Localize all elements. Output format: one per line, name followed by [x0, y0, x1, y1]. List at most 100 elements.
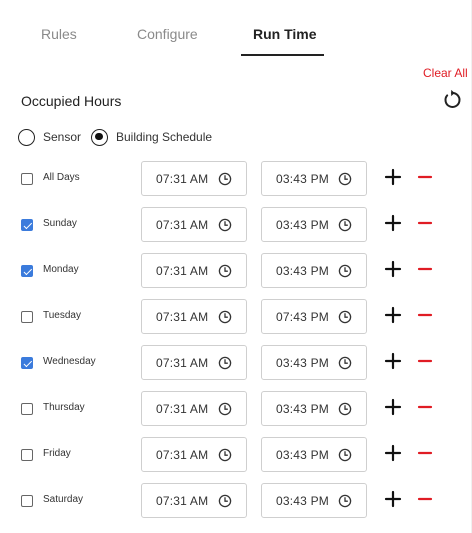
- plus-icon[interactable]: [384, 444, 402, 462]
- start-time-value: 07:31 AM: [156, 310, 209, 324]
- section-title-occupied-hours: Occupied Hours: [21, 93, 122, 109]
- day-row-saturday: Saturday 07:31 AM 03:43 PM: [0, 483, 472, 519]
- plus-icon[interactable]: [384, 490, 402, 508]
- day-label: Monday: [43, 264, 79, 275]
- day-checkbox-tuesday[interactable]: [21, 311, 33, 323]
- minus-icon[interactable]: [417, 490, 433, 508]
- clear-all-link[interactable]: Clear All: [423, 66, 468, 80]
- end-time-field[interactable]: 03:43 PM: [261, 391, 367, 426]
- minus-icon[interactable]: [417, 168, 433, 186]
- start-time-field[interactable]: 07:31 AM: [141, 483, 247, 518]
- plus-icon[interactable]: [384, 168, 402, 186]
- end-time-value: 03:43 PM: [276, 264, 329, 278]
- start-time-field[interactable]: 07:31 AM: [141, 345, 247, 380]
- run-time-panel: Rules Configure Run Time Clear All Occup…: [0, 0, 472, 533]
- end-time-value: 03:43 PM: [276, 356, 329, 370]
- end-time-field[interactable]: 03:43 PM: [261, 161, 367, 196]
- clock-icon[interactable]: [338, 356, 352, 370]
- radio-sensor-button[interactable]: [18, 128, 35, 146]
- day-checkbox-wednesday[interactable]: [21, 357, 33, 369]
- clock-icon[interactable]: [338, 448, 352, 462]
- start-time-field[interactable]: 07:31 AM: [141, 207, 247, 242]
- day-label: Thursday: [43, 402, 85, 413]
- day-row-tuesday: Tuesday 07:31 AM 07:43 PM: [0, 299, 472, 335]
- clock-icon[interactable]: [338, 264, 352, 278]
- end-time-field[interactable]: 03:43 PM: [261, 253, 367, 288]
- plus-icon[interactable]: [384, 260, 402, 278]
- end-time-value: 03:43 PM: [276, 172, 329, 186]
- end-time-field[interactable]: 03:43 PM: [261, 345, 367, 380]
- refresh-icon[interactable]: [441, 89, 463, 111]
- start-time-field[interactable]: 07:31 AM: [141, 299, 247, 334]
- clock-icon[interactable]: [338, 310, 352, 324]
- end-time-value: 03:43 PM: [276, 494, 329, 508]
- clock-icon[interactable]: [338, 494, 352, 508]
- day-row-friday: Friday 07:31 AM 03:43 PM: [0, 437, 472, 473]
- tab-run-time[interactable]: Run Time: [253, 26, 317, 42]
- day-row-sunday: Sunday 07:31 AM 03:43 PM: [0, 207, 472, 243]
- day-label: Tuesday: [43, 310, 81, 321]
- clock-icon[interactable]: [218, 310, 232, 324]
- active-tab-indicator: [241, 54, 324, 56]
- day-label: Saturday: [43, 494, 84, 505]
- minus-icon[interactable]: [417, 214, 433, 232]
- clock-icon[interactable]: [218, 264, 232, 278]
- day-label: Sunday: [43, 218, 77, 229]
- tab-configure[interactable]: Configure: [137, 26, 198, 42]
- day-checkbox-sunday[interactable]: [21, 219, 33, 231]
- day-row-wednesday: Wednesday 07:31 AM 03:43 PM: [0, 345, 472, 381]
- end-time-field[interactable]: 03:43 PM: [261, 437, 367, 472]
- start-time-value: 07:31 AM: [156, 264, 209, 278]
- clock-icon[interactable]: [338, 402, 352, 416]
- clock-icon[interactable]: [218, 402, 232, 416]
- start-time-field[interactable]: 07:31 AM: [141, 253, 247, 288]
- day-checkbox-monday[interactable]: [21, 265, 33, 277]
- start-time-field[interactable]: 07:31 AM: [141, 437, 247, 472]
- radio-building-schedule[interactable]: Building Schedule: [91, 128, 212, 146]
- start-time-value: 07:31 AM: [156, 402, 209, 416]
- day-row-thursday: Thursday 07:31 AM 03:43 PM: [0, 391, 472, 427]
- clock-icon[interactable]: [338, 218, 352, 232]
- clock-icon[interactable]: [218, 172, 232, 186]
- day-checkbox-thursday[interactable]: [21, 403, 33, 415]
- minus-icon[interactable]: [417, 444, 433, 462]
- start-time-value: 07:31 AM: [156, 448, 209, 462]
- day-label: Wednesday: [43, 356, 96, 367]
- end-time-value: 03:43 PM: [276, 448, 329, 462]
- end-time-field[interactable]: 03:43 PM: [261, 483, 367, 518]
- clock-icon[interactable]: [218, 494, 232, 508]
- radio-sensor[interactable]: Sensor: [18, 128, 81, 146]
- day-label: Friday: [43, 448, 71, 459]
- day-row-all-days: All Days 07:31 AM 03:43 PM: [0, 161, 472, 197]
- tab-rules[interactable]: Rules: [41, 26, 77, 42]
- end-time-value: 03:43 PM: [276, 218, 329, 232]
- plus-icon[interactable]: [384, 306, 402, 324]
- start-time-field[interactable]: 07:31 AM: [141, 391, 247, 426]
- minus-icon[interactable]: [417, 260, 433, 278]
- clock-icon[interactable]: [218, 218, 232, 232]
- minus-icon[interactable]: [417, 398, 433, 416]
- clock-icon[interactable]: [218, 448, 232, 462]
- day-checkbox-saturday[interactable]: [21, 495, 33, 507]
- plus-icon[interactable]: [384, 398, 402, 416]
- clock-icon[interactable]: [218, 356, 232, 370]
- minus-icon[interactable]: [417, 352, 433, 370]
- minus-icon[interactable]: [417, 306, 433, 324]
- start-time-value: 07:31 AM: [156, 494, 209, 508]
- day-checkbox-all-days[interactable]: [21, 173, 33, 185]
- radio-building-schedule-button[interactable]: [91, 128, 108, 146]
- end-time-value: 03:43 PM: [276, 402, 329, 416]
- start-time-value: 07:31 AM: [156, 218, 209, 232]
- plus-icon[interactable]: [384, 214, 402, 232]
- start-time-field[interactable]: 07:31 AM: [141, 161, 247, 196]
- day-label: All Days: [43, 172, 80, 183]
- radio-building-schedule-label: Building Schedule: [116, 130, 213, 144]
- plus-icon[interactable]: [384, 352, 402, 370]
- clock-icon[interactable]: [338, 172, 352, 186]
- day-row-monday: Monday 07:31 AM 03:43 PM: [0, 253, 472, 289]
- end-time-field[interactable]: 03:43 PM: [261, 207, 367, 242]
- end-time-field[interactable]: 07:43 PM: [261, 299, 367, 334]
- day-checkbox-friday[interactable]: [21, 449, 33, 461]
- end-time-value: 07:43 PM: [276, 310, 329, 324]
- start-time-value: 07:31 AM: [156, 172, 209, 186]
